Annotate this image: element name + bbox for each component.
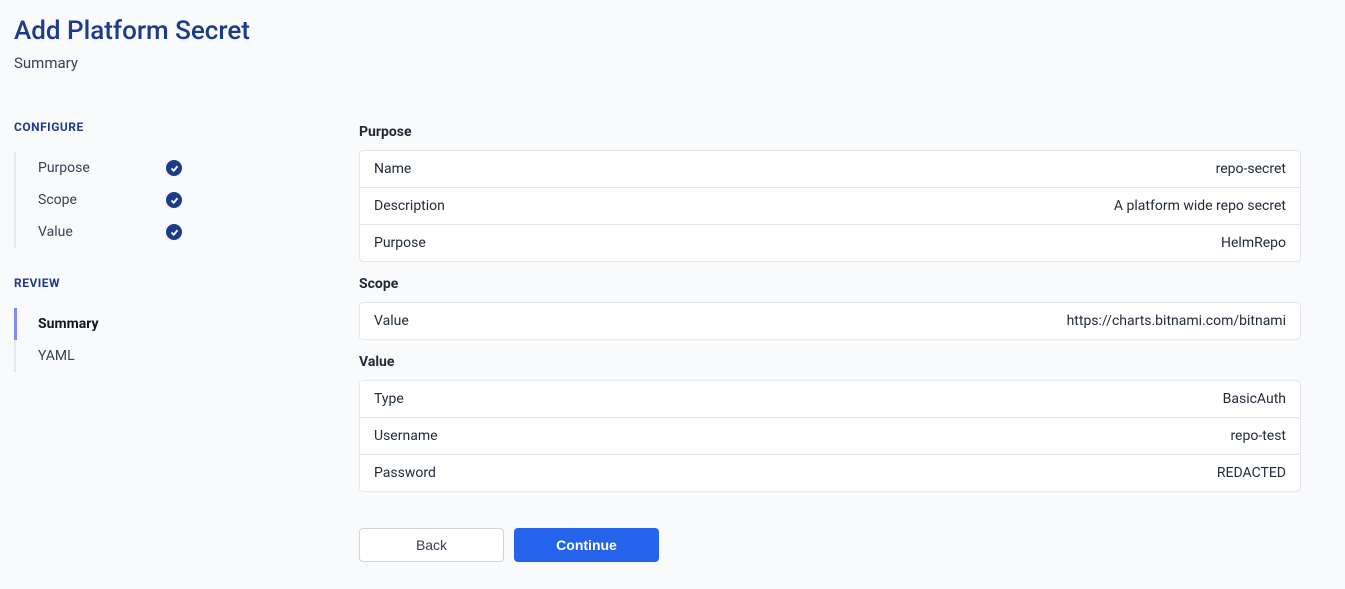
summary-row: Value https://charts.bitnami.com/bitnami — [360, 303, 1300, 339]
step-label: Value — [38, 224, 148, 240]
summary-key: Username — [374, 428, 438, 444]
continue-button[interactable]: Continue — [514, 528, 659, 562]
check-icon — [166, 192, 182, 208]
step-label: Purpose — [38, 160, 148, 176]
page-title: Add Platform Secret — [14, 16, 1331, 46]
summary-row: Description A platform wide repo secret — [360, 188, 1300, 225]
group-header-purpose: Purpose — [359, 124, 1301, 140]
summary-row: Username repo-test — [360, 418, 1300, 455]
summary-value: https://charts.bitnami.com/bitnami — [1067, 313, 1286, 329]
page-subtitle: Summary — [14, 54, 1331, 72]
group-header-value: Value — [359, 354, 1301, 370]
configure-steps: Purpose Scope Value — [14, 152, 359, 248]
review-steps: Summary YAML — [14, 308, 359, 372]
summary-table-purpose: Name repo-secret Description A platform … — [359, 150, 1301, 262]
summary-table-scope: Value https://charts.bitnami.com/bitnami — [359, 302, 1301, 340]
summary-key: Purpose — [374, 235, 426, 251]
summary-value: BasicAuth — [1223, 391, 1286, 407]
check-icon — [166, 160, 182, 176]
summary-row: Password REDACTED — [360, 455, 1300, 491]
summary-table-value: Type BasicAuth Username repo-test Passwo… — [359, 380, 1301, 492]
summary-row: Purpose HelmRepo — [360, 225, 1300, 261]
configure-section-label: CONFIGURE — [14, 120, 359, 134]
review-section-label: REVIEW — [14, 276, 359, 290]
summary-row: Type BasicAuth — [360, 381, 1300, 418]
summary-key: Password — [374, 465, 436, 481]
summary-value: A platform wide repo secret — [1114, 198, 1286, 214]
summary-row: Name repo-secret — [360, 151, 1300, 188]
summary-key: Name — [374, 161, 411, 177]
back-button[interactable]: Back — [359, 528, 504, 562]
step-label: YAML — [38, 348, 148, 364]
summary-main: Purpose Name repo-secret Description A p… — [359, 120, 1331, 562]
summary-value: REDACTED — [1217, 465, 1286, 481]
button-row: Back Continue — [359, 528, 1301, 562]
group-header-scope: Scope — [359, 276, 1301, 292]
summary-value: HelmRepo — [1221, 235, 1286, 251]
step-label: Scope — [38, 192, 148, 208]
summary-key: Value — [374, 313, 409, 329]
summary-key: Type — [374, 391, 404, 407]
step-label: Summary — [38, 316, 148, 332]
step-value[interactable]: Value — [16, 216, 359, 248]
step-yaml[interactable]: YAML — [16, 340, 359, 372]
summary-value: repo-test — [1230, 428, 1286, 444]
step-summary[interactable]: Summary — [14, 308, 359, 340]
step-purpose[interactable]: Purpose — [16, 152, 359, 184]
summary-value: repo-secret — [1216, 161, 1286, 177]
step-scope[interactable]: Scope — [16, 184, 359, 216]
check-icon — [166, 224, 182, 240]
wizard-sidebar: CONFIGURE Purpose Scope Value — [14, 120, 359, 562]
summary-key: Description — [374, 198, 445, 214]
